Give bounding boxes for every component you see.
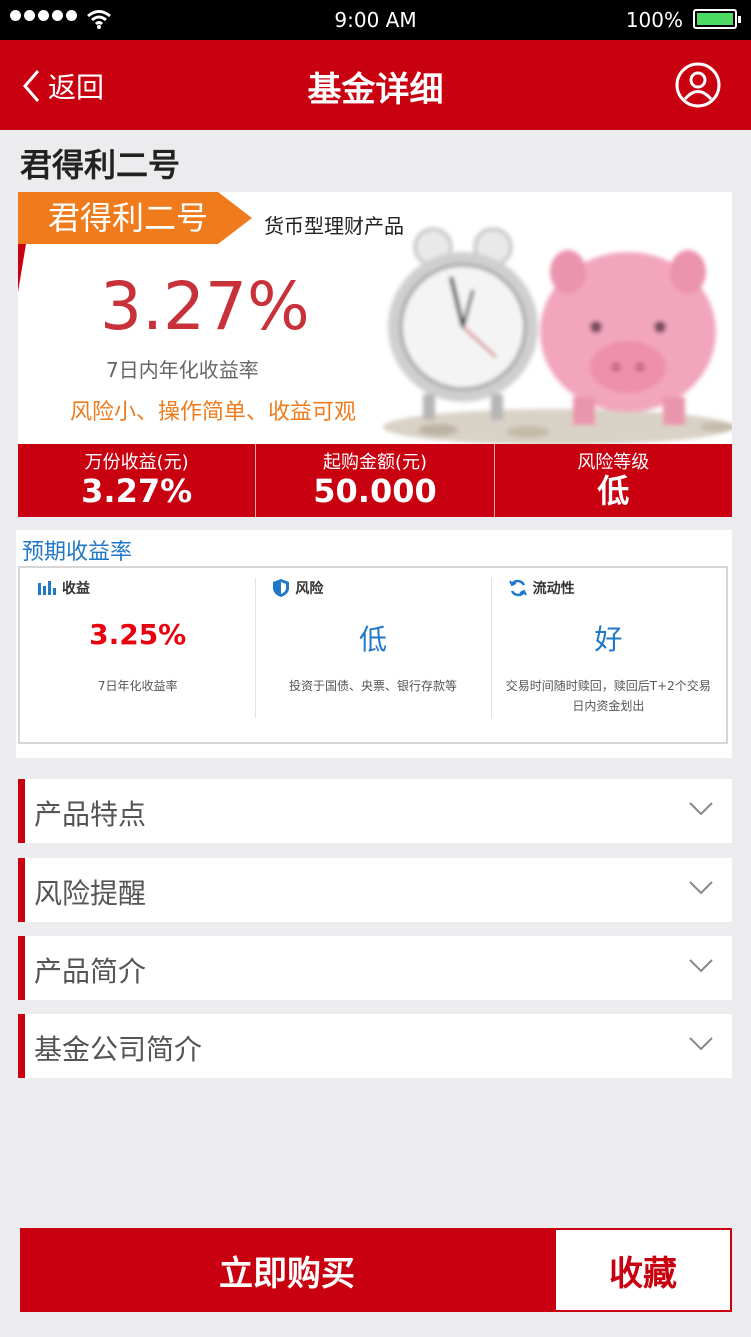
banner-illustration	[383, 227, 732, 444]
stat-label: 起购金额(元)	[322, 452, 428, 473]
column-title: 流动性	[532, 581, 575, 597]
nav-bar: 返回 基金详细	[0, 40, 751, 130]
shield-icon	[273, 579, 290, 597]
accordion-accent	[18, 779, 25, 843]
annual-rate: 3.27%	[100, 268, 310, 345]
chevron-down-icon	[689, 1037, 713, 1051]
accordion-label: 风险提醒	[34, 877, 147, 910]
risk-column: 风险 低 投资于国债、央票、银行存款等	[255, 568, 490, 742]
product-title: 君得利二号	[20, 146, 181, 184]
chevron-down-icon	[689, 802, 713, 816]
product-tag: 君得利二号	[18, 192, 252, 244]
stat-label: 万份收益(元)	[84, 452, 189, 473]
user-profile-icon[interactable]	[675, 62, 721, 108]
section-heading: 预期收益率	[22, 540, 133, 565]
stat-value: 3.27%	[81, 472, 193, 510]
stat-min-purchase: 起购金额(元) 50.000	[255, 444, 493, 517]
expected-return-panel: 收益 3.25% 7日年化收益率 风险 低 投资于国债、央票、银行存款等 流动性…	[18, 566, 728, 744]
accordion-risk-reminder[interactable]: 风险提醒	[18, 858, 732, 922]
accordion-label: 产品特点	[34, 798, 147, 831]
refresh-icon	[508, 579, 527, 597]
favorite-button[interactable]: 收藏	[554, 1228, 732, 1312]
column-value: 好	[594, 623, 623, 656]
accordion-product-intro[interactable]: 产品简介	[18, 936, 732, 1000]
column-title: 风险	[295, 581, 324, 597]
accordion-label: 基金公司简介	[34, 1033, 203, 1066]
column-description: 投资于国债、央票、银行存款等	[288, 679, 457, 693]
column-value: 低	[358, 623, 387, 656]
stats-bar: 万份收益(元) 3.27% 起购金额(元) 50.000 风险等级 低	[18, 444, 732, 517]
accordion-product-features[interactable]: 产品特点	[18, 779, 732, 843]
status-bar: 9:00 AM 100%	[0, 0, 751, 40]
stat-value: 低	[597, 472, 630, 510]
page-title: 基金详细	[307, 70, 444, 110]
liquidity-column: 流动性 好 交易时间随时赎回，赎回后T+2个交易日内资金划出	[490, 568, 726, 742]
accordion-label: 产品简介	[34, 955, 147, 988]
column-description: 交易时间随时赎回，赎回后T+2个交易日内资金划出	[505, 679, 711, 713]
column-value: 3.25%	[89, 618, 187, 651]
battery-icon	[693, 9, 741, 29]
column-description: 7日年化收益率	[97, 679, 178, 693]
stat-risk-level: 风险等级 低	[493, 444, 732, 517]
accordion-accent	[18, 858, 25, 922]
bar-chart-icon	[38, 581, 56, 595]
product-banner: 君得利二号 货币型理财产品 3.27% 7日内年化收益率 风险小、操作简单、收益…	[18, 192, 732, 444]
expected-return-section: 预期收益率 收益 3.25% 7日年化收益率 风险 低 投资于国债、央票、银行存…	[16, 530, 732, 758]
stat-daily-earnings: 万份收益(元) 3.27%	[18, 444, 255, 517]
battery-percentage: 100%	[625, 8, 683, 32]
buy-now-button[interactable]: 立即购买	[20, 1228, 554, 1312]
accordion-accent	[18, 936, 25, 1000]
column-title: 收益	[62, 581, 90, 597]
tag-ribbon	[18, 244, 26, 292]
chevron-down-icon	[689, 959, 713, 973]
stat-label: 风险等级	[577, 452, 650, 473]
annual-rate-label: 7日内年化收益率	[106, 358, 259, 382]
accordion-fund-company-intro[interactable]: 基金公司简介	[18, 1014, 732, 1078]
return-column: 收益 3.25% 7日年化收益率	[20, 568, 255, 742]
product-slogan: 风险小、操作简单、收益可观	[70, 400, 357, 425]
stat-value: 50.000	[313, 472, 437, 510]
accordion-accent	[18, 1014, 25, 1078]
chevron-down-icon	[689, 881, 713, 895]
